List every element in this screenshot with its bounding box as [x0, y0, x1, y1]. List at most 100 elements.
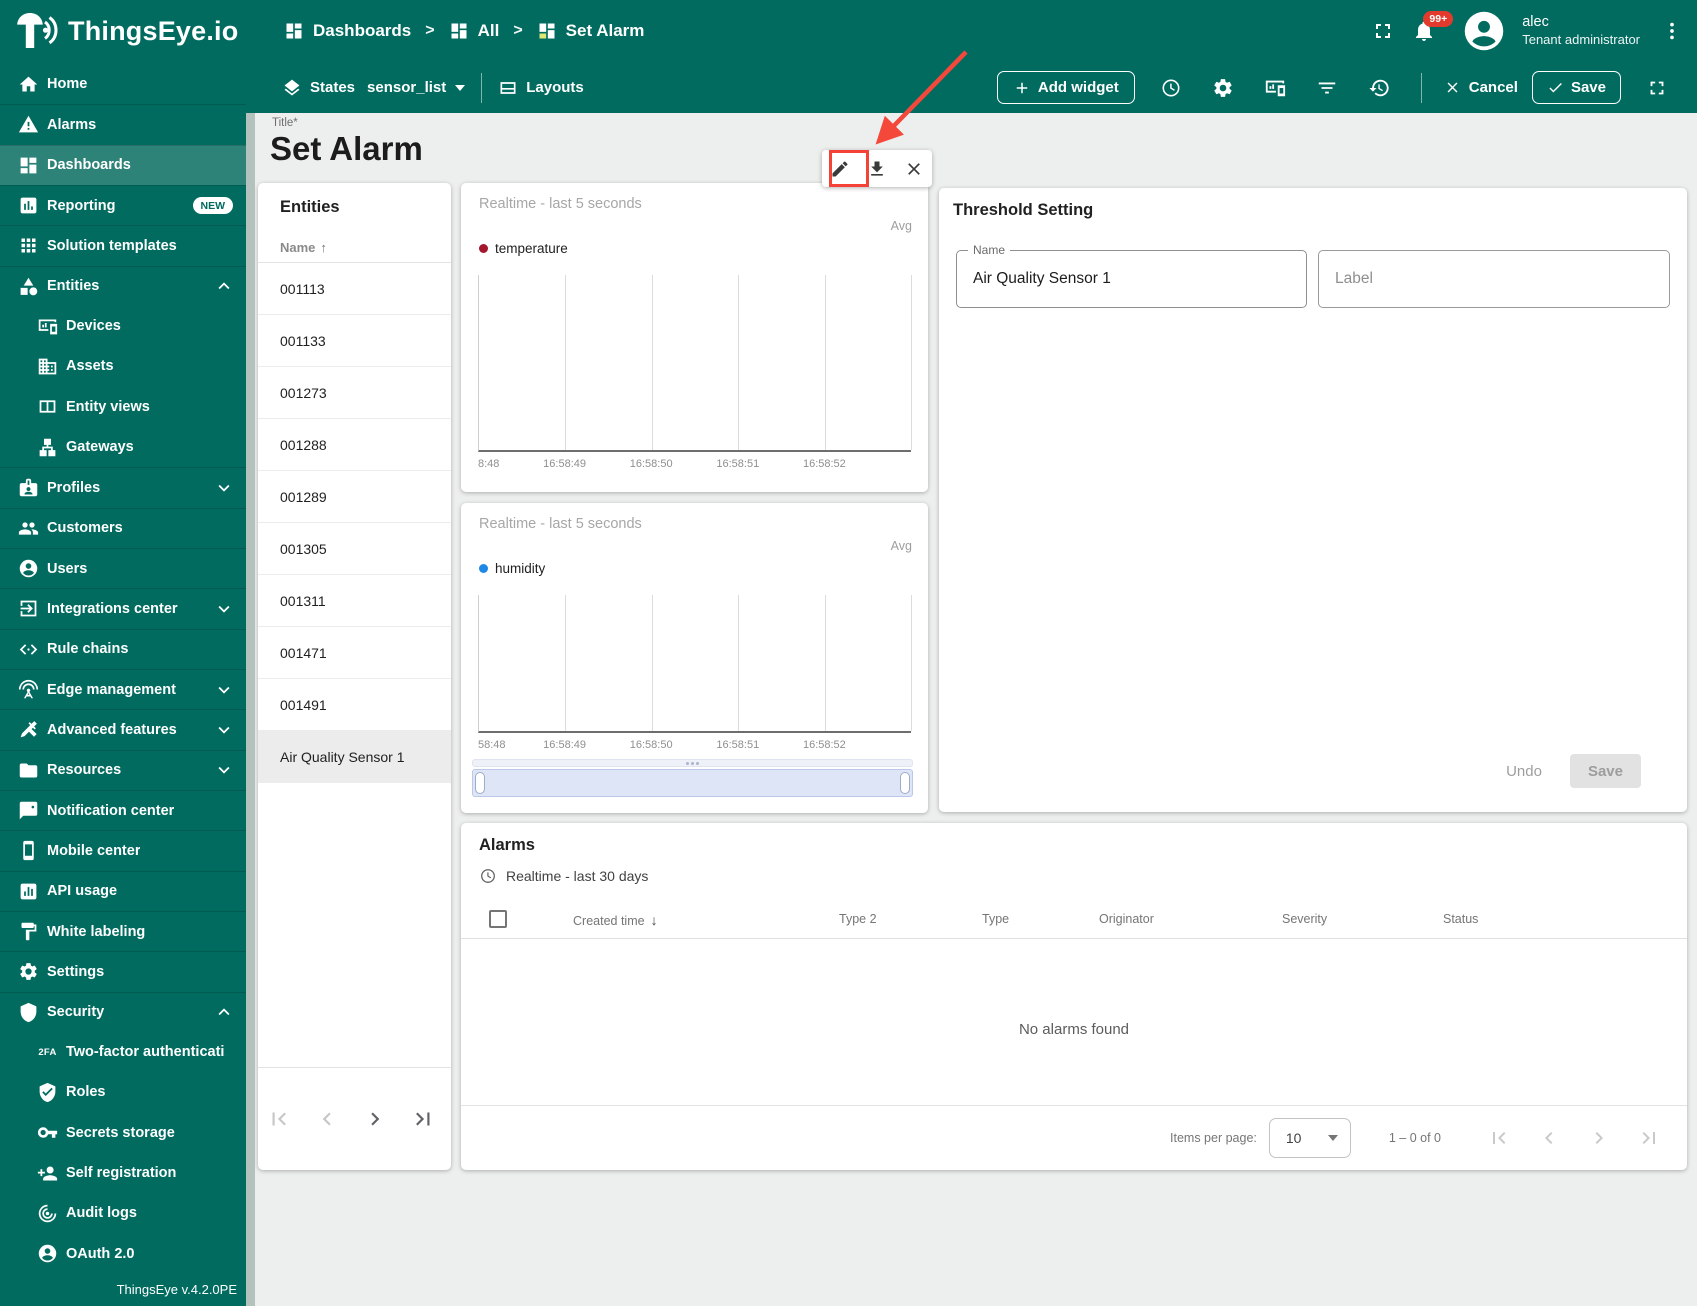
dashboard-icon [284, 21, 304, 41]
breadcrumb-item-all[interactable]: All [449, 21, 499, 41]
entity-row-001289[interactable]: 001289 [258, 471, 451, 523]
2fa-icon: 2FA [38, 1046, 57, 1058]
close-widget-icon[interactable] [904, 159, 924, 179]
chevron-up-icon [213, 1001, 235, 1023]
sort-descending-icon: ↓ [650, 912, 658, 928]
entity-row-001273[interactable]: 001273 [258, 367, 451, 419]
sidebar-item-edge-management[interactable]: Edge management [0, 668, 246, 709]
sidebar-item-label: Self registration [66, 1165, 177, 1182]
sidebar-item-entity-views[interactable]: Entity views [0, 387, 246, 427]
dashboard-settings-button[interactable] [1197, 62, 1249, 113]
column-header-type-2[interactable]: Type 2 [839, 912, 877, 926]
column-header-originator[interactable]: Originator [1099, 912, 1154, 926]
breadcrumb-item-dashboards[interactable]: Dashboards [284, 21, 411, 41]
entity-row-001288[interactable]: 001288 [258, 419, 451, 471]
sidebar-item-profiles[interactable]: Profiles [0, 467, 246, 507]
entity-row-001113[interactable]: 001113 [258, 263, 451, 315]
breadcrumb-item-set-alarm[interactable]: Set Alarm [537, 21, 644, 41]
sidebar-item-devices[interactable]: Devices [0, 306, 246, 346]
sidebar-item-customers[interactable]: Customers [0, 507, 246, 548]
items-per-page-value: 10 [1285, 1130, 1302, 1146]
entity-aliases-button[interactable] [1249, 62, 1301, 113]
name-input[interactable] [957, 251, 1306, 307]
close-icon [1444, 79, 1461, 96]
fullscreen-icon[interactable] [1371, 19, 1395, 43]
toolbar-fullscreen-button[interactable] [1631, 62, 1683, 113]
sidebar-item-assets[interactable]: Assets [0, 346, 246, 386]
sidebar-item-self-registration[interactable]: Self registration [0, 1153, 246, 1193]
entity-row-001471[interactable]: 001471 [258, 627, 451, 679]
notification-badge: 99+ [1423, 11, 1454, 27]
column-header-status[interactable]: Status [1443, 912, 1478, 926]
layouts-button[interactable]: Layouts [498, 78, 584, 98]
sidebar-item-api-usage[interactable]: API usage [0, 870, 246, 911]
alarms-timewindow[interactable]: Realtime - last 30 days [479, 867, 648, 885]
save-dashboard-button[interactable]: Save [1531, 71, 1621, 104]
filters-button[interactable] [1301, 62, 1353, 113]
range-handle-left[interactable] [475, 772, 485, 794]
sidebar-item-label: Mobile center [47, 842, 141, 859]
version-history-button[interactable] [1353, 62, 1405, 113]
chevron-down-icon [213, 477, 235, 499]
sidebar-item-advanced-features[interactable]: Advanced features [0, 709, 246, 749]
legend-item-temperature[interactable]: temperature [479, 241, 568, 256]
sidebar-item-white-labeling[interactable]: White labeling [0, 910, 246, 951]
sidebar-item-home[interactable]: Home [0, 64, 246, 104]
sidebar-item-roles[interactable]: Roles [0, 1072, 246, 1112]
entity-row-001311[interactable]: 001311 [258, 575, 451, 627]
sidebar-item-two-factor-authenticati[interactable]: 2FA Two-factor authenticati… [0, 1032, 246, 1072]
dashboard-icon [537, 21, 557, 41]
range-handle-right[interactable] [900, 772, 910, 794]
next-page-icon[interactable] [362, 1106, 388, 1132]
column-header-type[interactable]: Type [982, 912, 1009, 926]
sidebar-item-users[interactable]: Users [0, 547, 246, 588]
sidebar-item-reporting[interactable]: Reporting NEW [0, 184, 246, 225]
add-widget-button[interactable]: Add widget [996, 71, 1135, 104]
avatar[interactable] [1463, 10, 1505, 52]
entities-name-column-header[interactable]: Name ↑ [280, 240, 327, 255]
items-per-page-select[interactable]: 10 [1268, 1118, 1351, 1158]
logo[interactable]: ThingsEye.io [14, 9, 238, 53]
previous-page-icon [1537, 1126, 1561, 1150]
sidebar-item-security[interactable]: Security [0, 991, 246, 1032]
edit-widget-icon[interactable] [830, 159, 850, 179]
sidebar-item-entities[interactable]: Entities [0, 265, 246, 306]
sidebar-item-dashboards[interactable]: Dashboards [0, 144, 246, 185]
entity-row-001491[interactable]: 001491 [258, 679, 451, 731]
sidebar-item-label: Customers [47, 520, 123, 537]
entity-row-001305[interactable]: 001305 [258, 523, 451, 575]
kebab-menu-icon[interactable] [1661, 20, 1683, 42]
select-all-checkbox[interactable] [489, 910, 507, 928]
states-selector[interactable]: States sensor_list [282, 78, 466, 98]
range-selector-preview[interactable] [472, 759, 913, 767]
column-header-created-time[interactable]: Created time ↓ [573, 912, 658, 928]
sidebar-item-resources[interactable]: Resources [0, 749, 246, 790]
last-page-icon[interactable] [410, 1106, 436, 1132]
cancel-button[interactable]: Cancel [1444, 79, 1518, 96]
sidebar-item-mobile-center[interactable]: Mobile center [0, 830, 246, 870]
sidebar-item-settings[interactable]: Settings [0, 951, 246, 991]
column-header-severity[interactable]: Severity [1282, 912, 1327, 926]
sidebar-item-integrations-center[interactable]: Integrations center [0, 588, 246, 628]
threshold-save-button[interactable]: Save [1569, 754, 1641, 788]
range-selector[interactable] [472, 769, 913, 797]
entity-row-air-quality-sensor-1[interactable]: Air Quality Sensor 1 [258, 731, 451, 783]
undo-button[interactable]: Undo [1506, 763, 1542, 780]
sidebar-scrollbar[interactable] [246, 62, 255, 1306]
sidebar-item-solution-templates[interactable]: Solution templates [0, 225, 246, 265]
sidebar-item-notification-center[interactable]: Notification center [0, 789, 246, 830]
download-widget-icon[interactable] [867, 159, 887, 179]
legend-item-humidity[interactable]: humidity [479, 561, 545, 576]
sidebar-item-alarms[interactable]: Alarms [0, 104, 246, 144]
sort-ascending-icon: ↑ [320, 240, 327, 255]
notifications-button[interactable]: 99+ [1412, 11, 1454, 43]
sidebar-item-gateways[interactable]: Gateways [0, 427, 246, 467]
timewindow-button[interactable] [1145, 62, 1197, 113]
add-widget-label: Add widget [1037, 79, 1119, 96]
sidebar-item-rule-chains[interactable]: Rule chains [0, 628, 246, 669]
sidebar-item-audit-logs[interactable]: Audit logs [0, 1193, 246, 1233]
sidebar-item-oauth-2-0[interactable]: OAuth 2.0 [0, 1234, 246, 1274]
label-input[interactable] [1319, 251, 1669, 307]
sidebar-item-secrets-storage[interactable]: Secrets storage [0, 1113, 246, 1153]
entity-row-001133[interactable]: 001133 [258, 315, 451, 367]
